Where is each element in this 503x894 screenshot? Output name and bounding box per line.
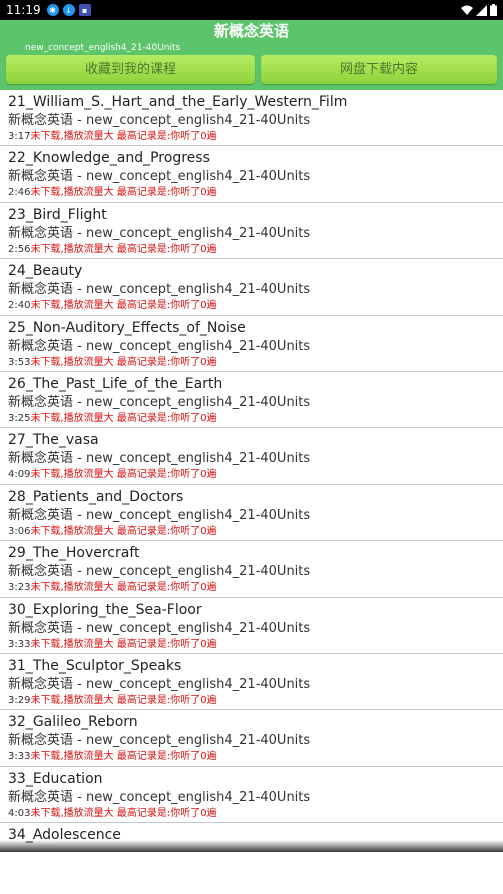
lesson-subtitle: 新概念英语 - new_concept_english4_21-40Units <box>8 620 311 636</box>
lesson-meta: 4:09未下载,播放流量大 最高记录是:你听了0遍 <box>8 468 503 482</box>
lesson-duration: 2:46 <box>8 187 31 199</box>
lesson-meta: 2:40未下载,播放流量大 最高记录是:你听了0遍 <box>8 299 503 313</box>
lesson-meta: 3:06未下载,播放流量大 最高记录是:你听了0遍 <box>8 525 503 539</box>
lesson-meta: 3:29未下载,播放流量大 最高记录是:你听了0遍 <box>8 694 503 708</box>
list-item[interactable]: 22_Knowledge_and_Progress 新概念英语 - new_con… <box>0 146 503 203</box>
wifi-icon <box>461 5 473 15</box>
lesson-subtitle: 新概念英语 - new_concept_english4_21-40Units <box>8 225 311 241</box>
list-item[interactable]: 28_Patients_and_Doctors 新概念英语 - new_conce… <box>0 485 503 542</box>
lesson-subtitle: 新概念英语 - new_concept_english4_21-40Units <box>8 676 311 692</box>
lesson-status: 未下载,播放流量大 最高记录是:你听了0遍 <box>30 582 217 594</box>
lesson-duration: 2:40 <box>8 300 31 312</box>
bluetooth-icon: ✱ <box>46 4 59 16</box>
lesson-status: 未下载,播放流量大 最高记录是:你听了0遍 <box>30 300 217 312</box>
status-time: 11:19 <box>6 3 41 17</box>
navigation-bar <box>0 852 503 894</box>
list-item[interactable]: 23_Bird_Flight 新概念英语 - new_concept_englis… <box>0 203 503 260</box>
list-item[interactable]: 24_Beauty 新概念英语 - new_concept_english4_21… <box>0 259 503 316</box>
app-header: 新概念英语 new_concept_english4_21-40Units 收藏… <box>0 20 503 90</box>
lesson-meta: 3:53未下载,播放流量大 最高记录是:你听了0遍 <box>8 356 503 370</box>
lesson-status: 未下载,播放流量大 最高记录是:你听了0遍 <box>30 469 217 481</box>
lesson-status: 未下载,播放流量大 最高记录是:你听了0遍 <box>30 131 217 142</box>
lesson-duration: 3:53 <box>8 356 31 368</box>
lesson-list[interactable]: 21_William_S._Hart_and_the_Early_Western… <box>0 90 503 846</box>
lesson-subtitle: 新概念英语 - new_concept_english4_21-40Units <box>8 507 311 523</box>
lesson-status: 未下载,播放流量大 最高记录是:你听了0遍 <box>30 412 217 424</box>
lesson-meta: 3:33未下载,播放流量大 最高记录是:你听了0遍 <box>8 638 503 652</box>
lesson-title: 21_William_S._Hart_and_the_Early_Western… <box>8 94 348 110</box>
cloud-download-button[interactable]: 网盘下载内容 <box>261 55 497 84</box>
lesson-duration: 3:17 <box>8 131 31 142</box>
lesson-title: 30_Exploring_the_Sea-Floor <box>8 601 202 618</box>
list-item[interactable]: 29_The_Hovercraft 新概念英语 - new_concept_eng… <box>0 541 503 598</box>
list-item[interactable]: 30_Exploring_the_Sea-Floor 新概念英语 - new_co… <box>0 598 503 654</box>
lesson-duration: 3:23 <box>8 582 31 594</box>
lesson-subtitle: 新概念英语 - new_concept_english4_21-40Units <box>8 338 311 354</box>
list-item[interactable]: 26_The_Past_Life_of_the_Earth 新概念英语 - new… <box>0 372 503 429</box>
status-bar: 11:19 ✱ ↓ ▪ <box>0 0 503 20</box>
lesson-subtitle: 新概念英语 - new_concept_english4_21-40Units <box>8 113 311 128</box>
battery-icon <box>490 4 497 16</box>
app-title: 新概念英语 <box>213 22 289 40</box>
lesson-title: 28_Patients_and_Doctors <box>8 488 184 505</box>
lesson-meta: 3:33未下载,播放流量大 最高记录是:你听了0遍 <box>8 750 503 764</box>
download-icon: ↓ <box>62 4 75 16</box>
list-item[interactable]: 25_Non-Auditory_Effects_of_Noise 新概念英语 - … <box>0 316 503 372</box>
lesson-title: 26_The_Past_Life_of_the_Earth <box>8 375 223 392</box>
lesson-title: 22_Knowledge_and_Progress <box>8 150 210 167</box>
lesson-duration: 4:03 <box>8 807 31 819</box>
lesson-subtitle: 新概念英语 - new_concept_english4_21-40Units <box>8 733 311 749</box>
lesson-status: 未下载,播放流量大 最高记录是:你听了0遍 <box>30 356 217 368</box>
lesson-duration: 3:33 <box>8 751 31 763</box>
lesson-title: 25_Non-Auditory_Effects_of_Noise <box>8 319 246 336</box>
list-item[interactable]: 27_The_vasa 新概念英语 - new_concept_english4_… <box>0 428 503 485</box>
list-item[interactable]: 21_William_S._Hart_and_the_Early_Western… <box>0 90 503 147</box>
course-subtitle: new_concept_english4_21-40Units <box>25 43 181 53</box>
lesson-status: 未下载,播放流量大 最高记录是:你听了0遍 <box>30 751 217 763</box>
lesson-subtitle: 新概念英语 - new_concept_english4_21-40Units <box>8 564 311 580</box>
lesson-meta: 2:56未下载,播放流量大 最高记录是:你听了0遍 <box>8 243 503 257</box>
lesson-subtitle: 新概念英语 - new_concept_english4_21-40Units <box>8 394 311 410</box>
list-item[interactable]: 32_Galileo_Reborn 新概念英语 - new_concept_eng… <box>0 710 503 767</box>
lesson-status: 未下载,播放流量大 最高记录是:你听了0遍 <box>30 187 217 199</box>
lesson-title: 33_Education <box>8 770 103 787</box>
lesson-status: 未下载,播放流量大 最高记录是:你听了0遍 <box>30 694 217 706</box>
lesson-status: 未下载,播放流量大 最高记录是:你听了0遍 <box>30 638 217 650</box>
lesson-subtitle: 新概念英语 - new_concept_english4_21-40Units <box>8 451 311 467</box>
lesson-meta: 3:17未下载,播放流量大 最高记录是:你听了0遍 <box>8 130 503 144</box>
lesson-meta: 3:23未下载,播放流量大 最高记录是:你听了0遍 <box>8 581 503 595</box>
lesson-duration: 3:29 <box>8 694 31 706</box>
lesson-duration: 4:09 <box>8 469 31 481</box>
lesson-subtitle: 新概念英语 - new_concept_english4_21-40Units <box>8 789 311 805</box>
lesson-duration: 3:06 <box>8 525 31 537</box>
lesson-duration: 3:25 <box>8 412 31 424</box>
list-item[interactable]: 33_Education 新概念英语 - new_concept_english4… <box>0 767 503 824</box>
lesson-title: 29_The_Hovercraft <box>8 545 140 562</box>
lesson-title: 31_The_Sculptor_Speaks <box>8 657 182 674</box>
lesson-status: 未下载,播放流量大 最高记录是:你听了0遍 <box>30 243 217 255</box>
list-item[interactable]: 31_The_Sculptor_Speaks 新概念英语 - new_concep… <box>0 654 503 711</box>
lesson-title: 32_Galileo_Reborn <box>8 714 138 731</box>
lesson-status: 未下载,播放流量大 最高记录是:你听了0遍 <box>30 525 217 537</box>
add-to-my-courses-button[interactable]: 收藏到我的课程 <box>6 55 255 84</box>
app-icon: ▪ <box>78 4 91 16</box>
lesson-title: 23_Bird_Flight <box>8 206 107 223</box>
bottom-shadow <box>0 840 503 852</box>
lesson-meta: 2:46未下载,播放流量大 最高记录是:你听了0遍 <box>8 186 503 200</box>
lesson-title: 24_Beauty <box>8 263 83 280</box>
lesson-meta: 3:25未下载,播放流量大 最高记录是:你听了0遍 <box>8 412 503 426</box>
lesson-duration: 2:56 <box>8 243 31 255</box>
lesson-subtitle: 新概念英语 - new_concept_english4_21-40Units <box>8 169 311 185</box>
lesson-subtitle: 新概念英语 - new_concept_english4_21-40Units <box>8 282 311 298</box>
lesson-title: 27_The_vasa <box>8 432 99 449</box>
lesson-status: 未下载,播放流量大 最高记录是:你听了0遍 <box>30 807 217 819</box>
lesson-meta: 4:03未下载,播放流量大 最高记录是:你听了0遍 <box>8 807 503 821</box>
signal-icon <box>476 4 487 16</box>
lesson-duration: 3:33 <box>8 638 31 650</box>
